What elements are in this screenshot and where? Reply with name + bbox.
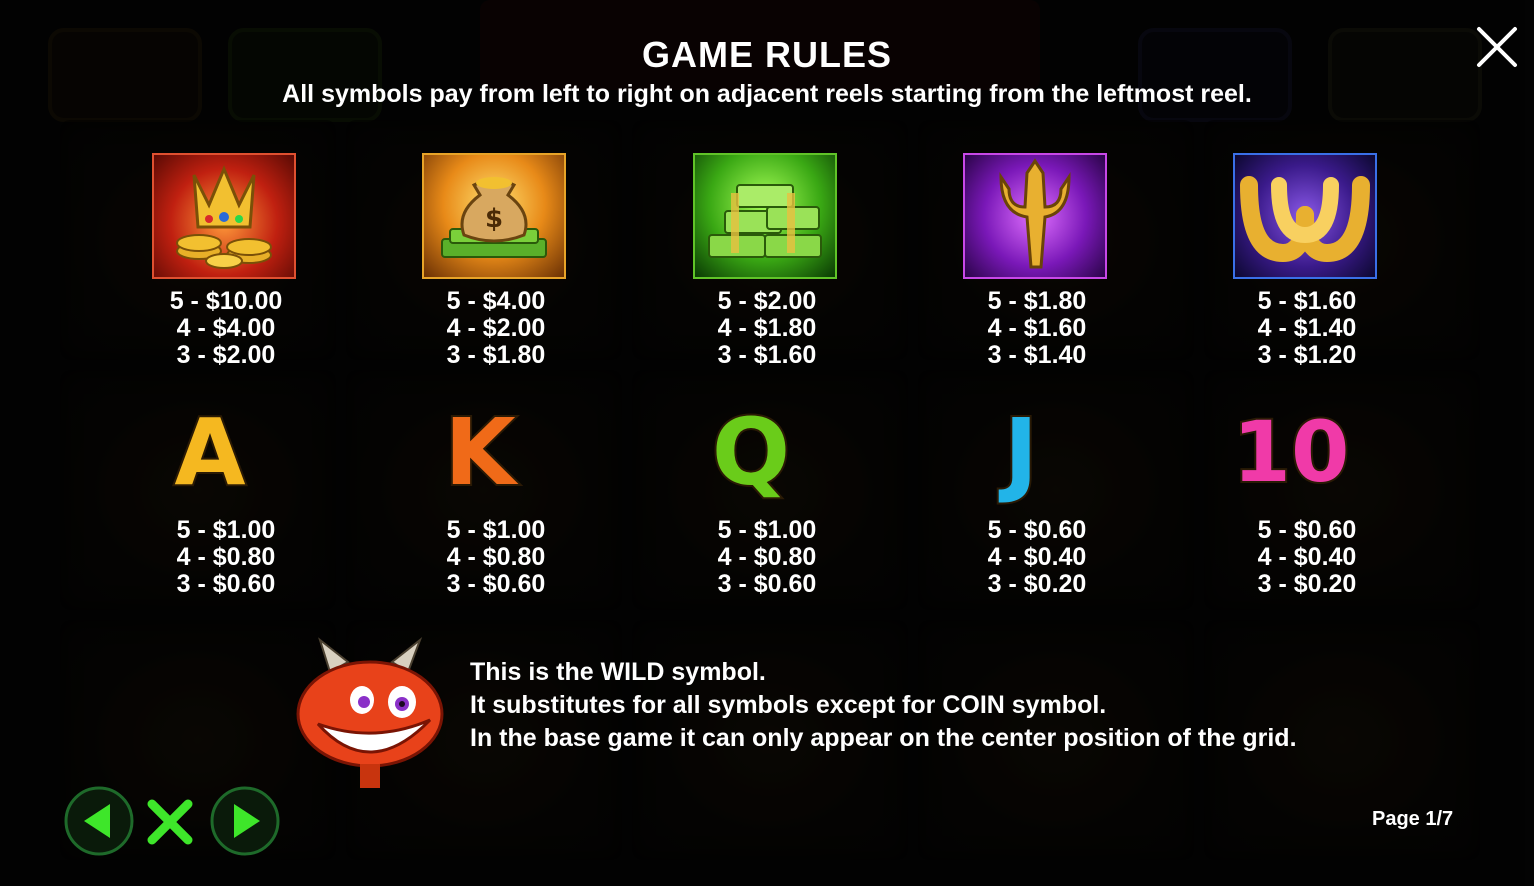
trident-icon xyxy=(963,153,1111,283)
horseshoe-icon xyxy=(1233,153,1381,283)
symbol-money-bag: $ 5 - $4.00 4 - $2.00 3 - $1.80 xyxy=(406,153,586,369)
letter-k-icon: K xyxy=(442,397,517,508)
symbol-letter-k: K 5 - $1.00 4 - $0.80 3 - $0.60 xyxy=(406,392,586,598)
symbol-letter-q: Q 5 - $1.00 4 - $0.80 3 - $0.60 xyxy=(677,392,857,598)
crown-icon xyxy=(152,153,300,283)
symbol-letter-j: J 5 - $0.60 4 - $0.40 3 - $0.20 xyxy=(947,392,1127,598)
symbol-crown: 5 - $10.00 4 - $4.00 3 - $2.00 xyxy=(136,153,316,369)
symbol-letter-a: A 5 - $1.00 4 - $0.80 3 - $0.60 xyxy=(136,392,316,598)
page-title: GAME RULES xyxy=(641,34,892,75)
next-page-button[interactable] xyxy=(210,786,280,856)
symbol-trident: 5 - $1.80 4 - $1.60 3 - $1.40 xyxy=(947,153,1127,369)
close-icon[interactable] xyxy=(1474,24,1520,70)
devil-wild-icon xyxy=(290,632,450,792)
letter-a-icon: A xyxy=(172,397,247,508)
letter-j-icon: J xyxy=(1002,397,1040,508)
close-rules-button[interactable] xyxy=(138,786,202,856)
svg-text:$: $ xyxy=(485,204,503,234)
wild-description: This is the WILD symbol. It substitutes … xyxy=(470,658,1297,752)
money-bag-icon: $ xyxy=(422,153,570,283)
prev-page-button[interactable] xyxy=(64,786,134,856)
symbol-horseshoe: 5 - $1.60 4 - $1.40 3 - $1.20 xyxy=(1217,153,1397,369)
arrow-left-icon xyxy=(64,786,134,856)
rules-subtitle: All symbols pay from left to right on ad… xyxy=(282,80,1252,108)
arrow-right-icon xyxy=(210,786,280,856)
number-10-icon: 10 xyxy=(1231,401,1352,503)
cash-stack-icon xyxy=(693,153,841,283)
symbol-cash-stacks: 5 - $2.00 4 - $1.80 3 - $1.60 xyxy=(677,153,857,369)
close-x-icon xyxy=(147,799,193,845)
page-indicator: Page 1/7 xyxy=(1372,808,1454,830)
letter-q-icon: Q xyxy=(710,397,792,508)
symbol-number-10: 10 5 - $0.60 4 - $0.40 3 - $0.20 xyxy=(1217,392,1397,598)
